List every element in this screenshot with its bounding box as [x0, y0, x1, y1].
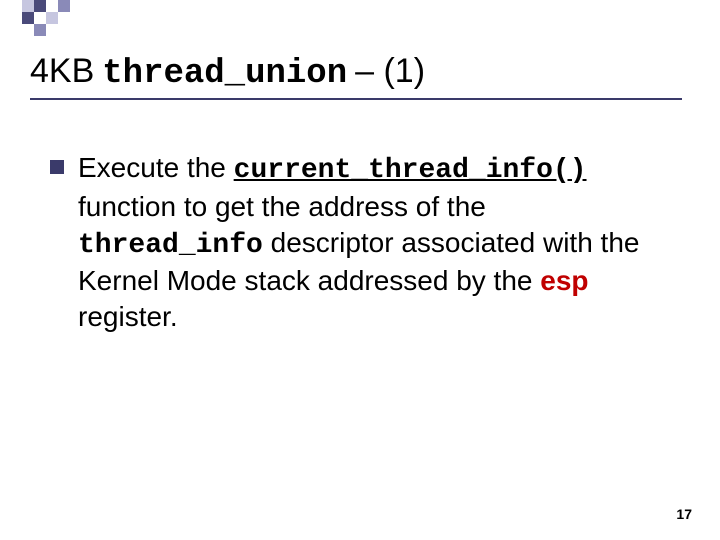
content-area: Execute the current_thread_info() functi… [50, 150, 650, 335]
function-name: current_thread_info() [234, 155, 587, 186]
corner-decoration [22, 0, 70, 36]
title-code: thread_union [102, 55, 347, 93]
title-suffix: – (1) [355, 52, 425, 91]
slide-title: 4KB thread_union – (1) [30, 52, 425, 93]
text-fragment: Execute the [78, 152, 234, 183]
title-prefix: 4KB [30, 52, 94, 91]
page-number: 17 [676, 506, 692, 522]
bullet-text: Execute the current_thread_info() functi… [78, 150, 650, 335]
text-fragment: function to get the address of the [78, 191, 486, 222]
bullet-item: Execute the current_thread_info() functi… [50, 150, 650, 335]
square-bullet-icon [50, 160, 64, 174]
register-name: esp [540, 265, 588, 296]
title-underline [30, 98, 682, 100]
descriptor-name: thread_info [78, 230, 263, 261]
text-fragment: register. [78, 301, 178, 332]
